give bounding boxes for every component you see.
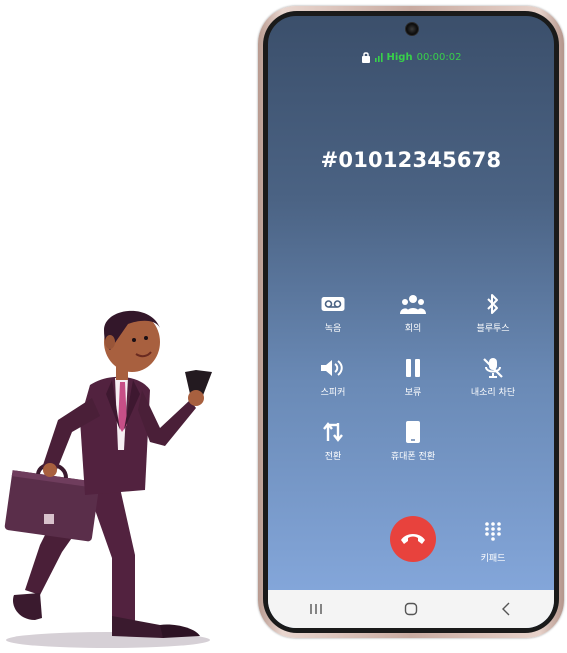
hold-button[interactable]: 보류 (373, 356, 453, 398)
stage: High 00:00:02 #01012345678 녹음 회의 블루투스 스피… (0, 0, 567, 653)
phone-transfer-button[interactable]: 휴대폰 전환 (373, 420, 453, 462)
back-button[interactable] (486, 597, 526, 621)
signal-icon (374, 52, 383, 62)
record-button[interactable]: 녹음 (293, 292, 373, 334)
voicemail-icon (321, 297, 345, 311)
home-button[interactable] (391, 597, 431, 621)
back-icon (502, 602, 510, 616)
conference-button[interactable]: 회의 (373, 292, 453, 334)
switch-label: 전환 (324, 452, 342, 462)
callee-number: #01012345678 (320, 148, 502, 172)
speaker-button[interactable]: 스피커 (293, 356, 373, 398)
mute-label: 내소리 차단 (470, 388, 516, 398)
front-camera (405, 22, 419, 36)
recent-apps-button[interactable] (296, 597, 336, 621)
conference-label: 회의 (404, 324, 422, 334)
bluetooth-button[interactable]: 블루투스 (453, 292, 533, 334)
speaker-label: 스피커 (320, 388, 346, 398)
swap-icon (323, 422, 343, 442)
mute-button[interactable]: 내소리 차단 (453, 356, 533, 398)
network-label: High (386, 51, 413, 63)
businessman-illustration (4, 310, 212, 648)
keypad-label: 키패드 (480, 554, 506, 564)
call-screen: High 00:00:02 #01012345678 녹음 회의 블루투스 스피… (268, 16, 554, 628)
home-icon (404, 602, 418, 616)
keypad-button[interactable]: 키패드 (468, 521, 518, 564)
conference-icon (400, 295, 426, 314)
mute-mic-icon (483, 358, 503, 378)
switch-button[interactable]: 전환 (293, 420, 373, 462)
hold-label: 보류 (404, 388, 422, 398)
navigation-bar (268, 590, 554, 628)
phone-transfer-label: 휴대폰 전환 (390, 452, 436, 462)
call-timer: 00:00:02 (416, 51, 462, 63)
end-call-button[interactable] (390, 516, 436, 562)
recent-apps-icon (309, 604, 322, 614)
pause-icon (406, 359, 420, 377)
end-call-icon (401, 534, 425, 544)
record-label: 녹음 (324, 324, 342, 334)
bluetooth-label: 블루투스 (476, 324, 510, 334)
speaker-icon (321, 360, 343, 376)
bluetooth-icon (487, 294, 498, 314)
phone-icon (406, 421, 420, 443)
status-bar: High 00:00:02 (268, 51, 554, 63)
keypad-icon (485, 522, 501, 541)
lock-icon (361, 52, 370, 63)
